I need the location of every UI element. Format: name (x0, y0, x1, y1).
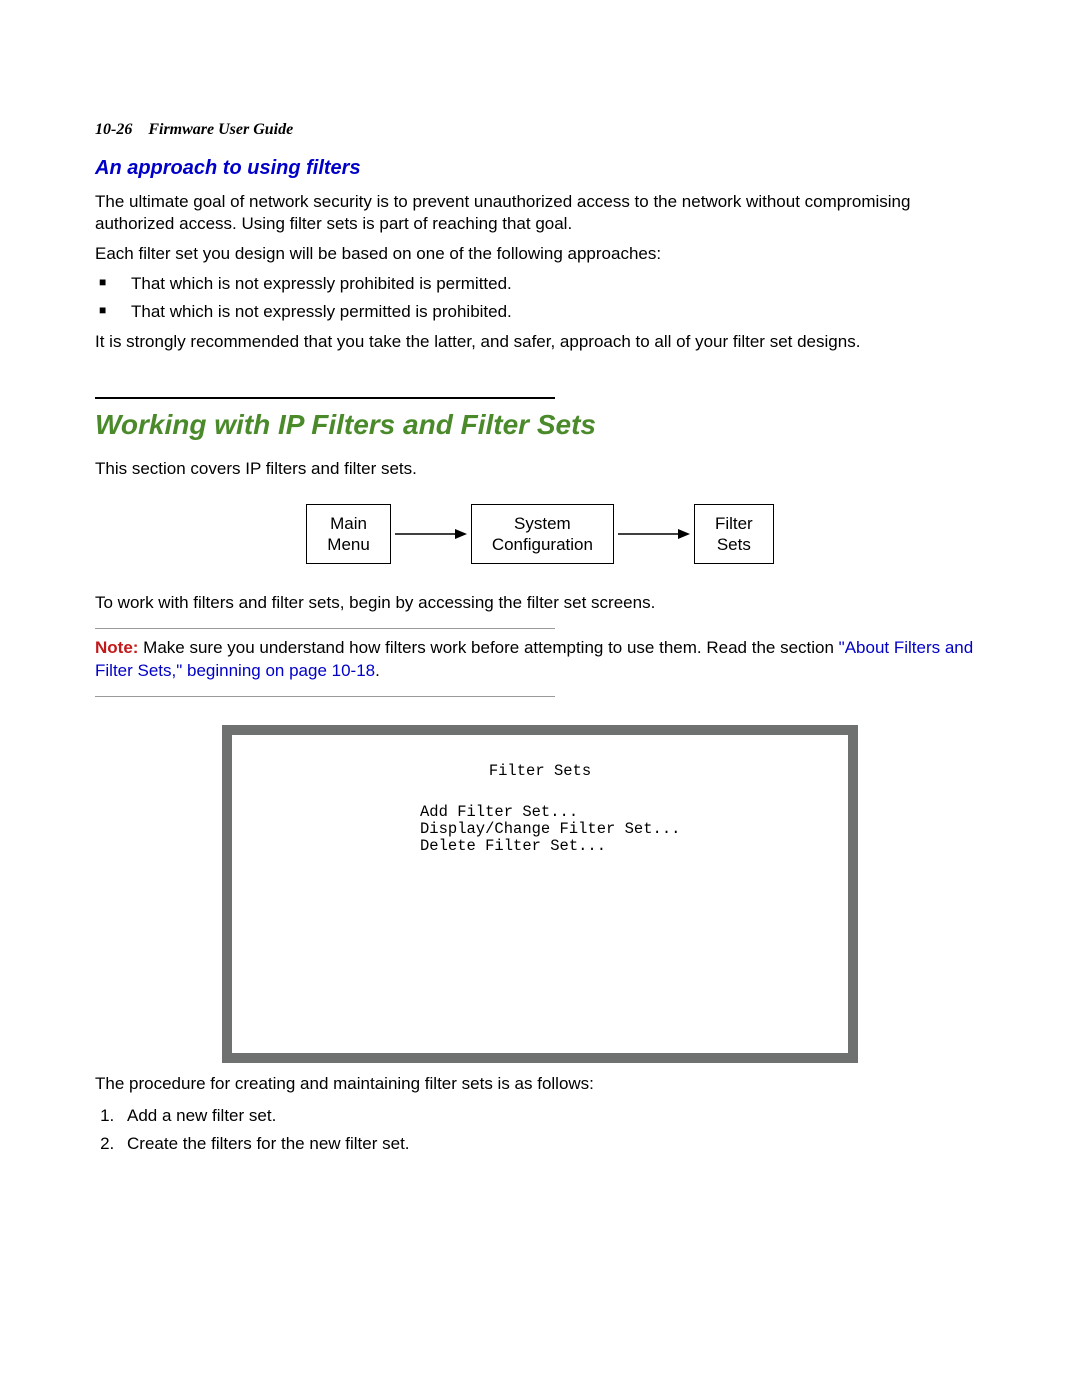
note-text: . (375, 661, 380, 680)
bullet-list: That which is not expressly prohibited i… (95, 273, 985, 323)
paragraph: Each filter set you design will be based… (95, 243, 985, 265)
paragraph: This section covers IP filters and filte… (95, 458, 985, 480)
terminal-menu-item: Delete Filter Set... (420, 838, 818, 855)
nav-box-line: Configuration (492, 535, 593, 554)
terminal-menu-item: Add Filter Set... (420, 804, 818, 821)
nav-box-line: Filter (715, 514, 753, 533)
list-item: That which is not expressly permitted is… (117, 301, 985, 323)
paragraph: To work with filters and filter sets, be… (95, 592, 985, 614)
subheading-approach: An approach to using filters (95, 155, 985, 181)
nav-box-line: Main (330, 514, 367, 533)
nav-box-line: System (514, 514, 571, 533)
nav-box-line: Sets (717, 535, 751, 554)
terminal-menu-item: Display/Change Filter Set... (420, 821, 818, 838)
nav-box-system-config: System Configuration (471, 504, 614, 565)
list-item: Add a new filter set. (119, 1105, 985, 1127)
page-number: 10-26 (95, 121, 132, 138)
section-heading: Working with IP Filters and Filter Sets (95, 407, 985, 443)
arrow-right-icon (391, 526, 471, 542)
terminal-screen: Filter Sets Add Filter Set... Display/Ch… (222, 725, 858, 1063)
note-label: Note: (95, 638, 138, 657)
nav-box-filter-sets: Filter Sets (694, 504, 774, 565)
note-divider-bottom (95, 696, 555, 697)
breadcrumb-diagram: Main Menu System Configuration Filter Se… (95, 504, 985, 565)
document-page: 10-26 Firmware User Guide An approach to… (0, 0, 1080, 1265)
numbered-list: Add a new filter set. Create the filters… (95, 1105, 985, 1155)
section-divider (95, 397, 555, 399)
note-divider-top (95, 628, 555, 629)
list-item: That which is not expressly prohibited i… (117, 273, 985, 295)
nav-box-main-menu: Main Menu (306, 504, 391, 565)
note-block: Note: Make sure you understand how filte… (95, 637, 985, 681)
arrow-right-icon (614, 526, 694, 542)
running-header: 10-26 Firmware User Guide (95, 120, 985, 141)
terminal-menu: Add Filter Set... Display/Change Filter … (420, 804, 818, 855)
terminal-title: Filter Sets (262, 763, 818, 780)
paragraph: It is strongly recommended that you take… (95, 331, 985, 353)
nav-box-line: Menu (327, 535, 370, 554)
book-title: Firmware User Guide (148, 121, 293, 138)
list-item: Create the filters for the new filter se… (119, 1133, 985, 1155)
paragraph: The ultimate goal of network security is… (95, 191, 985, 235)
note-text: Make sure you understand how filters wor… (138, 638, 838, 657)
paragraph: The procedure for creating and maintaini… (95, 1073, 985, 1095)
